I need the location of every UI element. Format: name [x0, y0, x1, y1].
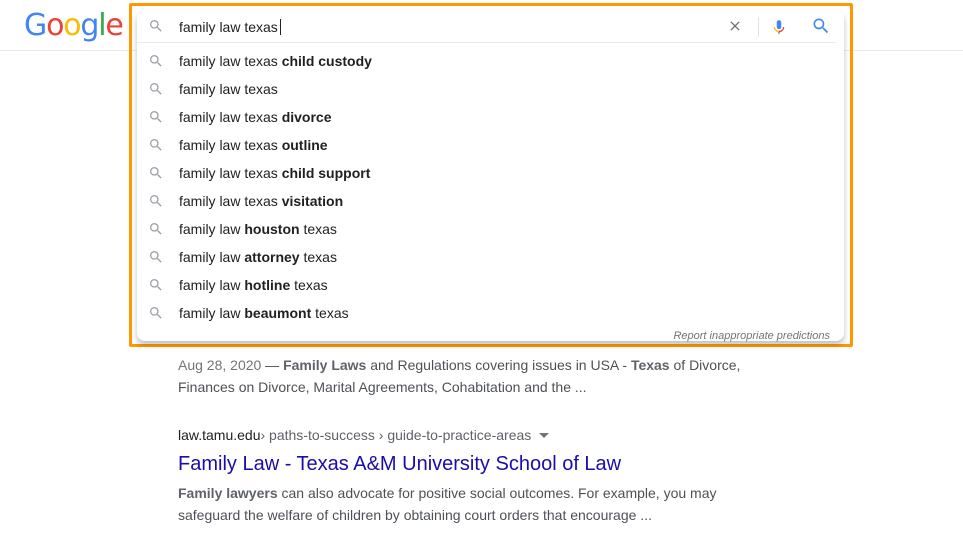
suggestion-prefix: family law texas [179, 109, 282, 125]
snippet-text: and Regulations covering issues in USA - [366, 357, 631, 373]
suggestion-text: family law texas divorce [179, 109, 332, 125]
suggestion-item[interactable]: family law texas [137, 75, 844, 103]
suggestion-prefix: family law texas [179, 165, 282, 181]
suggestion-item[interactable]: family law houston texas [137, 215, 844, 243]
search-icon [150, 251, 162, 263]
suggestion-text: family law houston texas [179, 221, 337, 237]
result-domain: law.tamu.edu [178, 427, 261, 443]
suggestion-list: family law texas child custody family law… [137, 47, 844, 327]
suggestion-item[interactable]: family law texas child custody [137, 47, 844, 75]
close-icon[interactable] [727, 18, 743, 34]
suggestion-prefix: family law texas [179, 53, 282, 69]
suggestion-text: family law texas outline [179, 137, 328, 153]
logo-letter: o [63, 8, 81, 43]
suggestion-suffix: texas [311, 305, 349, 321]
suggestion-prefix: family law texas [179, 193, 282, 209]
search-icon [150, 55, 162, 67]
text-cursor [280, 19, 281, 35]
search-icon [150, 307, 162, 319]
suggestion-item[interactable]: family law texas visitation [137, 187, 844, 215]
suggestion-item[interactable]: family law texas divorce [137, 103, 844, 131]
search-icon [150, 223, 162, 235]
snippet-bold: Family Laws [283, 357, 367, 373]
search-icon [150, 20, 162, 32]
suggestion-text: family law texas visitation [179, 193, 343, 209]
snippet-bold: Texas [630, 357, 670, 373]
result-title-link[interactable]: Family Law - Texas A&M University School… [178, 451, 778, 477]
suggestion-item[interactable]: family law texas child support [137, 159, 844, 187]
suggestion-text: family law beaumont texas [179, 305, 349, 321]
suggestion-text: family law hotline texas [179, 277, 328, 293]
suggestion-text: family law texas [179, 81, 278, 97]
search-icon [150, 83, 162, 95]
logo-letter: o [46, 8, 64, 43]
search-icon[interactable] [811, 16, 831, 36]
report-predictions-link[interactable]: Report inappropriate predictions [673, 330, 830, 343]
suggestion-prefix: family law [179, 305, 245, 321]
mic-icon[interactable] [770, 15, 788, 39]
logo-letter: g [80, 8, 99, 43]
suggestion-prefix: family law texas [179, 137, 282, 153]
suggestion-text: family law texas child support [179, 165, 370, 181]
suggestion-completion: divorce [281, 109, 332, 125]
suggestion-completion: child support [281, 165, 371, 181]
search-input[interactable] [179, 16, 699, 38]
search-icon [150, 167, 162, 179]
caret-down-icon[interactable] [539, 433, 550, 438]
suggestion-item[interactable]: family law texas outline [137, 131, 844, 159]
suggestion-prefix: family law [179, 249, 245, 265]
icon-separator [758, 17, 759, 37]
suggestion-completion: attorney [244, 249, 300, 265]
suggestion-completion: visitation [281, 193, 344, 209]
search-autocomplete-panel: family law texas child custodyfamily law… [137, 10, 844, 343]
suggestion-text: family law attorney texas [179, 249, 337, 265]
suggestion-prefix: family law texas [179, 81, 278, 97]
suggestion-completion: hotline [244, 277, 291, 293]
logo-letter: G [24, 8, 47, 43]
search-icon [150, 111, 162, 123]
suggestion-completion: child custody [281, 53, 372, 69]
search-result: law.tamu.edu › paths-to-success › guide-… [178, 426, 778, 526]
suggestion-prefix: family law [179, 277, 245, 293]
suggestion-suffix: texas [290, 277, 328, 293]
search-icon [150, 139, 162, 151]
result-snippet: Family lawyers can also advocate for pos… [178, 483, 778, 526]
google-logo[interactable]: Google [24, 8, 124, 43]
suggestion-item[interactable]: family law beaumont texas [137, 299, 844, 327]
result-path: › paths-to-success › guide-to-practice-a… [260, 427, 532, 443]
suggestion-completion: outline [281, 137, 328, 153]
result-snippet: Aug 28, 2020 — Family Laws and Regulatio… [178, 355, 758, 398]
search-icon [150, 195, 162, 207]
snippet-bold: Family lawyers [178, 485, 278, 501]
result-date: Aug 28, 2020 [178, 357, 262, 373]
search-icon [150, 279, 162, 291]
suggestion-completion: houston [244, 221, 300, 237]
divider [137, 42, 836, 43]
suggestion-suffix: texas [299, 221, 337, 237]
suggestion-completion: beaumont [244, 305, 312, 321]
suggestion-prefix: family law [179, 221, 245, 237]
search-box [137, 10, 844, 43]
logo-letter: e [105, 8, 123, 43]
result-date-dash: — [261, 357, 284, 373]
result-url[interactable]: law.tamu.edu › paths-to-success › guide-… [178, 426, 778, 444]
suggestion-item[interactable]: family law hotline texas [137, 271, 844, 299]
suggestion-item[interactable]: family law attorney texas [137, 243, 844, 271]
suggestion-text: family law texas child custody [179, 53, 372, 69]
suggestion-suffix: texas [299, 249, 337, 265]
